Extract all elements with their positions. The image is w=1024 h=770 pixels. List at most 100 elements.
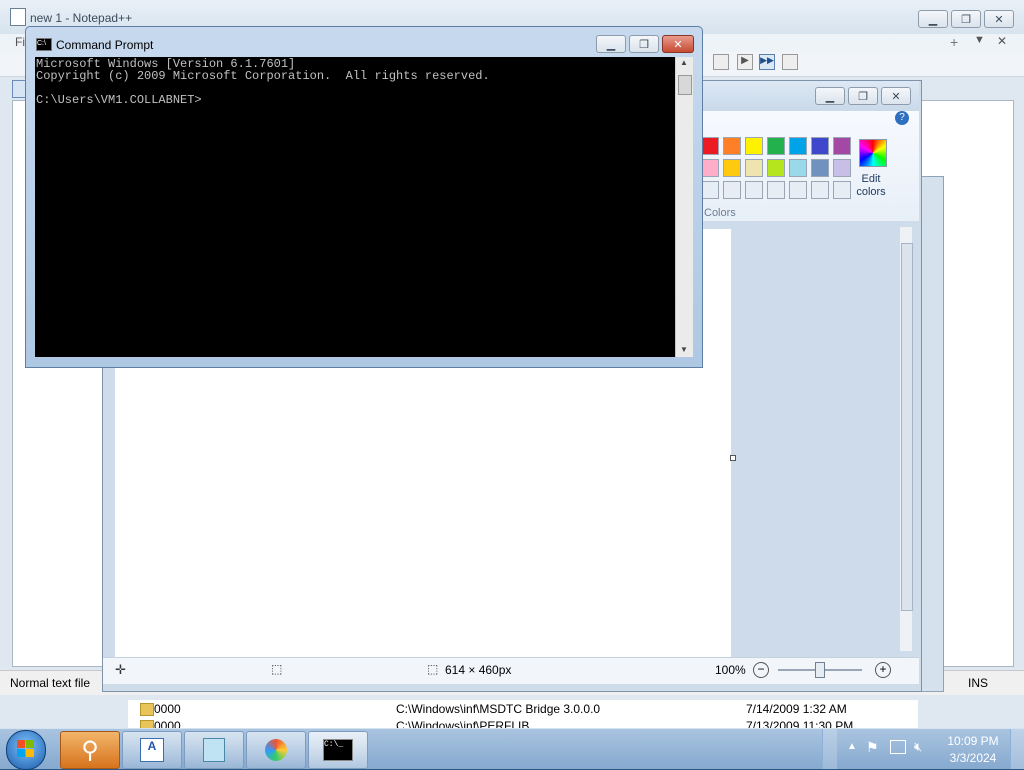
restore-icon: ❐ — [961, 13, 971, 26]
close-icon: ✕ — [891, 90, 901, 103]
notepad-minimize-button[interactable]: ▁ — [918, 10, 948, 28]
volume-muted-icon[interactable]: 🔇︎ — [914, 739, 922, 755]
minimize-icon: ▁ — [825, 90, 835, 103]
add-tab-icon[interactable]: + — [950, 34, 958, 50]
paint-maximize-button[interactable]: ❐ — [848, 87, 878, 105]
cmd-console[interactable]: Microsoft Windows [Version 6.1.7601] Cop… — [35, 57, 675, 357]
cmd-title: Command Prompt — [56, 38, 154, 52]
search-results-list: 0000 C:\Windows\inf\MSDTC Bridge 3.0.0.0… — [128, 700, 918, 729]
color-swatch[interactable] — [811, 137, 829, 155]
color-swatch[interactable] — [723, 137, 741, 155]
play-macro-icon[interactable]: ▶ — [737, 54, 753, 70]
canvas-resize-handle[interactable] — [730, 455, 736, 461]
cmd-vertical-scrollbar[interactable]: ▲ ▼ — [676, 57, 693, 357]
color-swatch[interactable] — [811, 159, 829, 177]
notepad-maximize-button[interactable]: ❐ — [951, 10, 981, 28]
status-file-type: Normal text file — [10, 676, 91, 690]
console-line: Copyright (c) 2009 Microsoft Corporation… — [36, 69, 490, 83]
stop-record-icon[interactable] — [713, 54, 729, 70]
color-swatch[interactable] — [789, 181, 807, 199]
color-swatch[interactable] — [701, 181, 719, 199]
taskbar-cmd[interactable]: C:\_ — [308, 731, 368, 769]
list-item-name[interactable]: 0000 — [154, 702, 181, 716]
zoom-out-button[interactable]: − — [753, 662, 769, 678]
color-swatch[interactable] — [723, 181, 741, 199]
scroll-thumb[interactable] — [678, 75, 692, 95]
cmd-icon: C:\_ — [323, 739, 353, 761]
color-swatch[interactable] — [767, 159, 785, 177]
taskbar-search-app[interactable]: ⚲ — [60, 731, 120, 769]
color-swatch[interactable] — [701, 137, 719, 155]
edit-colors-button[interactable]: Edit colors — [849, 173, 893, 199]
save-macro-icon[interactable] — [782, 54, 798, 70]
notepad-title: new 1 - Notepad++ — [30, 11, 133, 25]
paint-minimize-button[interactable]: ▁ — [815, 87, 845, 105]
notepad-app-icon — [10, 8, 26, 26]
color-swatch[interactable] — [789, 137, 807, 155]
color-swatch[interactable] — [833, 137, 851, 155]
list-item-name[interactable]: 0000 — [154, 719, 181, 728]
color-swatch[interactable] — [723, 159, 741, 177]
maximize-icon: ❐ — [639, 38, 649, 51]
network-icon[interactable] — [890, 740, 906, 754]
windows-logo-icon — [17, 740, 25, 748]
paint-close-button[interactable]: ✕ — [881, 87, 911, 105]
menu-file[interactable]: Fi — [15, 35, 25, 49]
cmd-titlebar[interactable]: C:\ Command Prompt ▁ ❐ ✕ — [26, 27, 702, 55]
taskbar-notepad[interactable] — [184, 731, 244, 769]
close-icon: ✕ — [673, 38, 683, 51]
color-swatch[interactable] — [789, 159, 807, 177]
close-tab-icon[interactable]: ✕ — [997, 34, 1007, 48]
list-item-path: C:\Windows\inf\PERFLIB — [396, 719, 530, 728]
show-hidden-icons-icon[interactable]: ▲ — [847, 741, 857, 752]
action-center-flag-icon[interactable]: ⚑ — [866, 739, 879, 756]
notepad-close-button[interactable]: ✕ — [984, 10, 1014, 28]
cmd-maximize-button[interactable]: ❐ — [629, 35, 659, 53]
color-swatch[interactable] — [767, 137, 785, 155]
console-prompt: C:\Users\VM1.COLLABNET> — [36, 93, 202, 107]
colors-group-label: Colors — [704, 207, 736, 219]
cmd-minimize-button[interactable]: ▁ — [596, 35, 626, 53]
color-swatch[interactable] — [701, 159, 719, 177]
zoom-in-button[interactable]: + — [875, 662, 891, 678]
cmd-app-icon: C:\ — [36, 38, 52, 51]
selection-size-icon: ⬚ — [271, 662, 283, 676]
color-swatch[interactable] — [811, 181, 829, 199]
scroll-thumb[interactable] — [901, 243, 913, 611]
color-swatch[interactable] — [745, 137, 763, 155]
paint-statusbar: ✛ ⬚ ⬚ 614 × 460px 100% − + — [103, 657, 919, 684]
close-icon: ✕ — [994, 13, 1004, 26]
start-button[interactable] — [6, 730, 46, 770]
color-swatch[interactable] — [767, 181, 785, 199]
restore-icon: ❐ — [858, 90, 868, 103]
clock-time[interactable]: 10:09 PM — [945, 734, 1001, 748]
tab-list-icon[interactable]: ▼ — [974, 34, 985, 46]
notepad-icon — [203, 738, 225, 762]
edit-colors-icon[interactable] — [859, 139, 887, 167]
cmd-close-button[interactable]: ✕ — [662, 35, 694, 53]
list-item-date: 7/13/2009 11:30 PM — [746, 719, 854, 728]
show-desktop-button[interactable] — [1010, 729, 1024, 769]
image-size-icon: ⬚ — [427, 662, 439, 676]
help-icon[interactable]: ? — [895, 111, 909, 125]
clock-date[interactable]: 3/3/2024 — [945, 751, 1001, 765]
cmd-window: C:\ Command Prompt ▁ ❐ ✕ Microsoft Windo… — [25, 26, 703, 368]
status-insert-mode: INS — [968, 676, 989, 690]
color-swatch[interactable] — [745, 181, 763, 199]
taskbar-scroll[interactable] — [822, 729, 837, 769]
document-icon: A — [140, 738, 164, 762]
minimize-icon: ▁ — [928, 13, 938, 26]
scroll-up-icon[interactable]: ▲ — [680, 58, 688, 67]
minimize-icon: ▁ — [606, 38, 616, 51]
taskbar-paint[interactable] — [246, 731, 306, 769]
run-macro-multiple-icon[interactable]: ▶▶ — [759, 54, 775, 70]
zoom-level: 100% — [715, 663, 746, 677]
scroll-down-icon[interactable]: ▼ — [680, 345, 688, 354]
color-swatch[interactable] — [745, 159, 763, 177]
paint-vertical-scrollbar[interactable] — [900, 227, 913, 651]
taskbar: ⚲ A C:\_ ▲ ⚑ 🔇︎ 10:09 PM 3/3/2024 — [0, 728, 1024, 770]
list-item-date: 7/14/2009 1:32 AM — [746, 702, 847, 716]
folder-icon — [140, 703, 154, 716]
zoom-slider-thumb[interactable] — [815, 662, 825, 678]
taskbar-wordpad[interactable]: A — [122, 731, 182, 769]
